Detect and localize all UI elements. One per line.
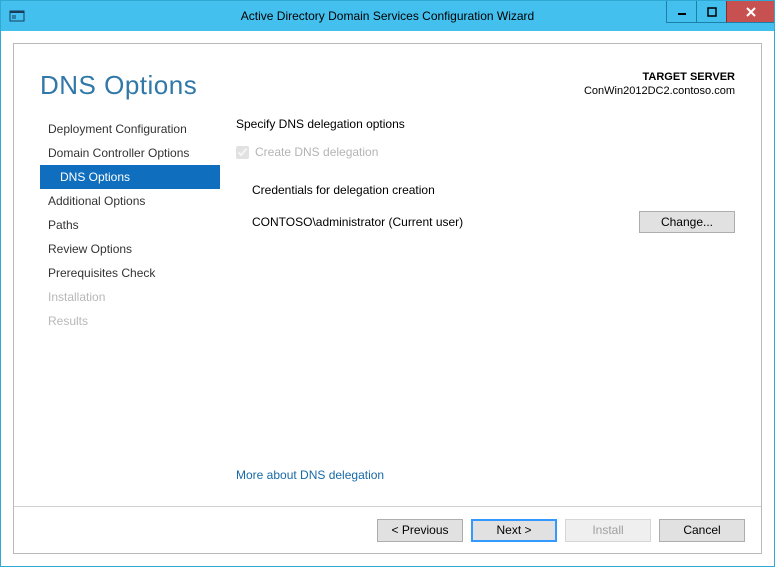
nav-dns-options[interactable]: DNS Options [40, 165, 220, 189]
page-title: DNS Options [40, 70, 197, 101]
credentials-label: Credentials for delegation creation [252, 183, 735, 197]
credentials-block: Credentials for delegation creation CONT… [236, 183, 735, 233]
nav-installation: Installation [40, 285, 220, 309]
previous-button[interactable]: < Previous [377, 519, 463, 542]
create-dns-delegation-label: Create DNS delegation [255, 145, 378, 159]
nav-paths[interactable]: Paths [40, 213, 220, 237]
main-pane: Specify DNS delegation options Create DN… [220, 117, 735, 500]
change-credentials-button[interactable]: Change... [639, 211, 735, 233]
nav-additional-options[interactable]: Additional Options [40, 189, 220, 213]
nav-domain-controller-options[interactable]: Domain Controller Options [40, 141, 220, 165]
create-dns-delegation-row: Create DNS delegation [236, 145, 735, 159]
credentials-value: CONTOSO\administrator (Current user) [252, 215, 463, 229]
wizard-nav: Deployment Configuration Domain Controll… [40, 117, 220, 500]
window-title: Active Directory Domain Services Configu… [1, 9, 774, 23]
spacer [236, 233, 735, 468]
titlebar: Active Directory Domain Services Configu… [1, 1, 774, 31]
target-server-label: TARGET SERVER [584, 70, 735, 84]
minimize-button[interactable] [666, 1, 696, 23]
install-button: Install [565, 519, 651, 542]
section-heading: Specify DNS delegation options [236, 117, 735, 131]
close-button[interactable] [726, 1, 774, 23]
target-server-value: ConWin2012DC2.contoso.com [584, 84, 735, 98]
next-button[interactable]: Next > [471, 519, 557, 542]
cancel-button[interactable]: Cancel [659, 519, 745, 542]
content-frame: DNS Options TARGET SERVER ConWin2012DC2.… [13, 43, 762, 554]
maximize-button[interactable] [696, 1, 726, 23]
maximize-icon [707, 7, 717, 17]
body-row: Deployment Configuration Domain Controll… [14, 117, 761, 506]
more-about-dns-delegation-link[interactable]: More about DNS delegation [236, 468, 384, 482]
nav-deployment-configuration[interactable]: Deployment Configuration [40, 117, 220, 141]
credentials-row: CONTOSO\administrator (Current user) Cha… [252, 211, 735, 233]
app-icon [9, 8, 25, 24]
minimize-icon [677, 7, 687, 17]
nav-results: Results [40, 309, 220, 333]
create-dns-delegation-checkbox [236, 146, 249, 159]
nav-review-options[interactable]: Review Options [40, 237, 220, 261]
close-icon [745, 6, 757, 18]
header-row: DNS Options TARGET SERVER ConWin2012DC2.… [14, 44, 761, 117]
nav-prerequisites-check[interactable]: Prerequisites Check [40, 261, 220, 285]
wizard-window: Active Directory Domain Services Configu… [0, 0, 775, 567]
footer-buttons: < Previous Next > Install Cancel [14, 506, 761, 553]
window-controls [666, 1, 774, 23]
target-server-block: TARGET SERVER ConWin2012DC2.contoso.com [584, 70, 735, 99]
